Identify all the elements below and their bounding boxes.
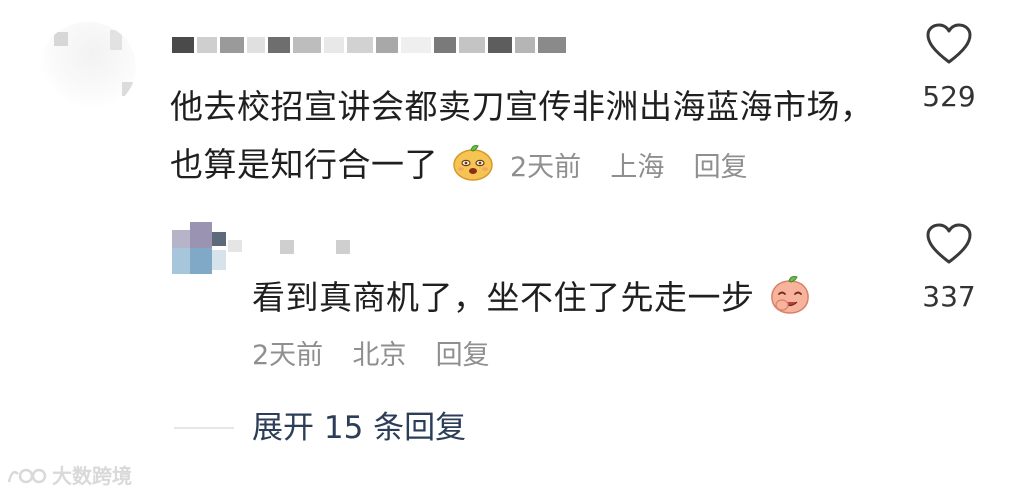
comment-meta: 2天前 上海 回复 (510, 152, 748, 183)
like-heart-icon[interactable] (925, 222, 973, 266)
expand-divider (174, 427, 234, 429)
avatar-mosaic (110, 30, 122, 50)
reply-button[interactable]: 回复 (694, 152, 748, 183)
reply-avatar[interactable] (172, 222, 242, 278)
reply-time: 2天前 (252, 340, 324, 371)
laughing-peach-emoji-icon (770, 276, 809, 314)
avatar-mosaic (54, 32, 68, 46)
reply-meta: 2天前 北京 回复 (252, 334, 490, 378)
watermark: 大数跨境 (6, 460, 132, 489)
reply-text: 看到真商机了，坐不住了先走一步 (252, 270, 816, 326)
commenter-avatar[interactable] (40, 22, 136, 112)
watermark-logo-icon (7, 468, 47, 483)
avatar-mosaic (122, 82, 136, 96)
comment-time: 2天前 (510, 152, 582, 183)
smug-face-emoji-icon (453, 145, 493, 181)
comment-text: 他去校招宣讲会都卖刀宣传非洲出海蓝海市场，也算是知行合一了 2天前 上海 回复 (170, 78, 890, 197)
reply-commenter-name-blurred[interactable] (280, 240, 350, 254)
reply-button[interactable]: 回复 (436, 340, 490, 371)
comment-location: 上海 (610, 152, 665, 183)
like-count: 529 (922, 80, 976, 113)
expand-replies-button[interactable]: 展开 15 条回复 (252, 405, 466, 451)
comment-section: 他去校招宣讲会都卖刀宣传非洲出海蓝海市场，也算是知行合一了 2天前 上海 回复 … (0, 0, 1017, 495)
like-heart-icon[interactable] (925, 22, 973, 66)
reply-body: 看到真商机了，坐不住了先走一步 (252, 278, 755, 317)
watermark-text: 大数跨境 (52, 464, 132, 488)
commenter-name-blurred[interactable] (172, 34, 566, 56)
like-count: 337 (922, 280, 976, 313)
reply-location: 北京 (352, 340, 407, 371)
